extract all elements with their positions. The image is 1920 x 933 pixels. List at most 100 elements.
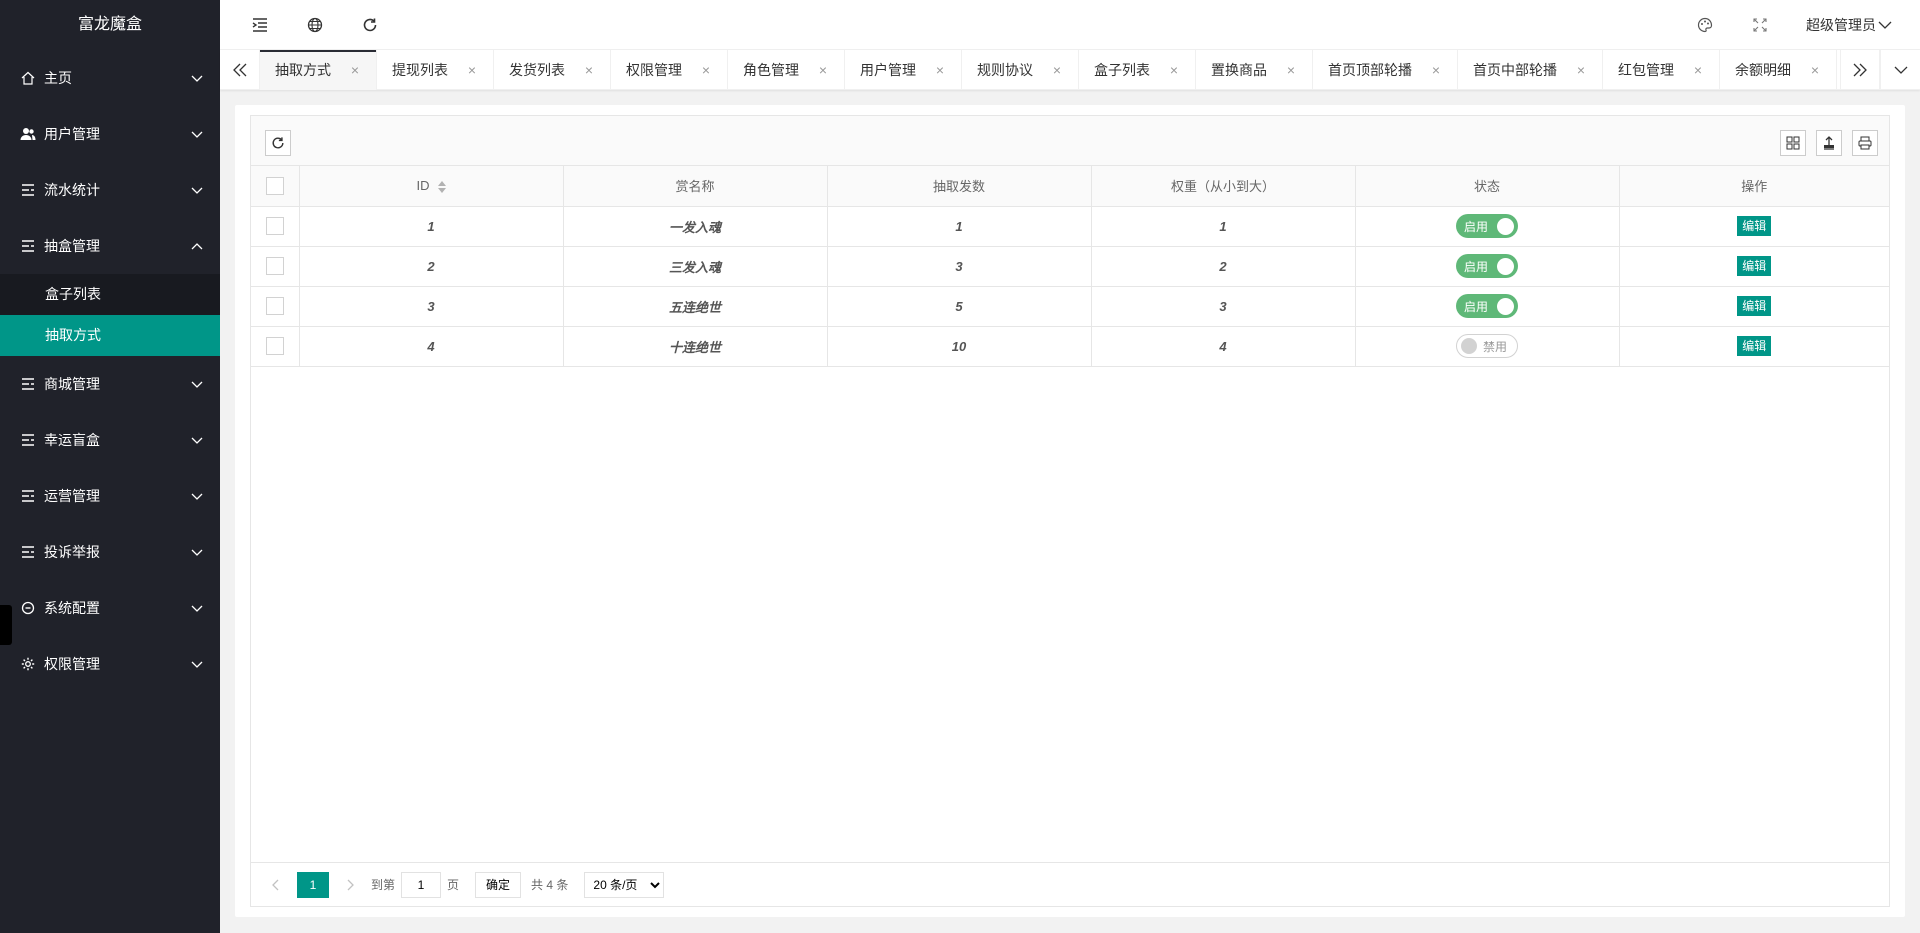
table-row: 2 三发入魂 3 2 启用 编辑	[251, 246, 1889, 287]
per-page-select[interactable]: 20 条/页	[584, 871, 665, 898]
tab-9[interactable]: 首页顶部轮播 ×	[1313, 50, 1458, 90]
tab-label: 红包管理	[1618, 62, 1674, 78]
edit-button[interactable]: 编辑	[1737, 216, 1772, 236]
goto-confirm-button[interactable]: 确定	[475, 871, 522, 898]
edit-button[interactable]: 编辑	[1737, 296, 1772, 316]
chevron-down-icon	[191, 381, 203, 388]
tab-5[interactable]: 用户管理 ×	[845, 50, 962, 90]
sidebar-item-8[interactable]: 系统配置	[0, 580, 220, 636]
status-toggle[interactable]: 禁用	[1456, 334, 1518, 358]
tab-12[interactable]: 余额明细 ×	[1720, 50, 1837, 90]
sidebar-item-1[interactable]: 用户管理	[0, 106, 220, 162]
sidebar-subitem-1[interactable]: 抽取方式	[0, 315, 220, 356]
close-icon[interactable]: ×	[1168, 62, 1180, 78]
users-icon	[20, 126, 36, 142]
menu-toggle-icon[interactable]	[250, 15, 270, 35]
row-checkbox[interactable]	[265, 257, 284, 275]
sidebar-item-label: 用户管理	[44, 126, 100, 142]
user-menu[interactable]: 超级管理员	[1806, 0, 1892, 50]
list-icon	[20, 238, 36, 254]
sidebar-item-6[interactable]: 运营管理	[0, 468, 220, 524]
cell-weight: 1	[1091, 206, 1356, 247]
side-dock-handle[interactable]	[0, 605, 12, 645]
close-icon[interactable]: ×	[1692, 62, 1704, 78]
column-header-id[interactable]: ID	[299, 166, 564, 207]
refresh-icon[interactable]	[360, 15, 380, 35]
sort-icon[interactable]	[437, 180, 446, 193]
select-all-checkbox[interactable]	[265, 176, 284, 195]
cell-count: 10	[827, 326, 1092, 367]
sidebar-item-9[interactable]: 权限管理	[0, 636, 220, 692]
columns-filter-button[interactable]	[1780, 130, 1806, 156]
close-icon[interactable]: ×	[934, 62, 946, 78]
tab-11[interactable]: 红包管理 ×	[1603, 50, 1720, 90]
cell-status: 启用	[1355, 286, 1620, 327]
list-icon	[20, 376, 36, 392]
sidebar-item-2[interactable]: 流水统计	[0, 162, 220, 218]
tabs-dropdown-icon[interactable]	[1880, 50, 1920, 90]
next-page-icon[interactable]	[337, 872, 365, 898]
sidebar-item-7[interactable]: 投诉举报	[0, 524, 220, 580]
cell-name: 一发入魂	[563, 206, 828, 247]
export-button[interactable]	[1816, 130, 1842, 156]
goto-page-input[interactable]	[401, 871, 442, 898]
cell-status: 启用	[1355, 246, 1620, 287]
close-icon[interactable]: ×	[349, 62, 361, 78]
close-icon[interactable]: ×	[466, 62, 478, 78]
row-select-cell	[251, 206, 300, 247]
close-icon[interactable]: ×	[1051, 62, 1063, 78]
close-icon[interactable]: ×	[1430, 62, 1442, 78]
sidebar-item-5[interactable]: 幸运盲盒	[0, 412, 220, 468]
tab-2[interactable]: 发货列表 ×	[494, 50, 611, 90]
sidebar-item-0[interactable]: 主页	[0, 50, 220, 106]
sidebar-item-label: 商城管理	[44, 376, 100, 392]
tab-6[interactable]: 规则协议 ×	[962, 50, 1079, 90]
table-refresh-button[interactable]	[265, 130, 291, 156]
tab-10[interactable]: 首页中部轮播 ×	[1458, 50, 1603, 90]
row-checkbox[interactable]	[265, 297, 284, 315]
cell-action: 编辑	[1619, 326, 1889, 367]
fullscreen-icon[interactable]	[1750, 15, 1770, 35]
tab-0[interactable]: 抽取方式 ×	[260, 50, 377, 90]
tab-1[interactable]: 提现列表 ×	[377, 50, 494, 90]
cell-weight: 4	[1091, 326, 1356, 367]
tabs-scroll-left-icon[interactable]	[220, 50, 260, 90]
sidebar-item-label: 系统配置	[44, 600, 100, 616]
table-toolbar	[251, 116, 1889, 166]
list-icon	[20, 544, 36, 560]
close-icon[interactable]: ×	[1285, 62, 1297, 78]
config-icon	[20, 600, 36, 616]
edit-button[interactable]: 编辑	[1737, 256, 1772, 276]
tab-7[interactable]: 盒子列表 ×	[1079, 50, 1196, 90]
prev-page-icon[interactable]	[261, 872, 289, 898]
top-header: 超级管理员	[220, 0, 1920, 50]
close-icon[interactable]: ×	[700, 62, 712, 78]
tabs-scroll-right-icon[interactable]	[1840, 50, 1880, 90]
sidebar-subitem-0[interactable]: 盒子列表	[0, 274, 220, 315]
status-toggle[interactable]: 启用	[1456, 214, 1518, 238]
tab-list: 抽取方式 × 提现列表 × 发货列表 × 权限管理 × 角色管理 × 用户管理 × 规则协议 × 盒子列表 ×…	[260, 50, 1837, 90]
tab-3[interactable]: 权限管理 ×	[611, 50, 728, 90]
sidebar-item-4[interactable]: 商城管理	[0, 356, 220, 412]
row-checkbox[interactable]	[265, 337, 284, 355]
close-icon[interactable]: ×	[1809, 62, 1821, 78]
row-checkbox[interactable]	[265, 217, 284, 235]
select-all-cell	[251, 166, 300, 207]
status-toggle[interactable]: 启用	[1456, 254, 1518, 278]
current-page[interactable]: 1	[297, 871, 329, 898]
status-toggle[interactable]: 启用	[1456, 294, 1518, 318]
theme-palette-icon[interactable]	[1695, 15, 1715, 35]
sidebar-item-3[interactable]: 抽盒管理	[0, 218, 220, 274]
close-icon[interactable]: ×	[1575, 62, 1587, 78]
tab-label: 权限管理	[626, 62, 682, 78]
column-header-status: 状态	[1355, 166, 1620, 207]
row-select-cell	[251, 286, 300, 327]
chevron-down-icon	[191, 605, 203, 612]
close-icon[interactable]: ×	[583, 62, 595, 78]
globe-icon[interactable]	[305, 15, 325, 35]
tab-8[interactable]: 置换商品 ×	[1196, 50, 1313, 90]
edit-button[interactable]: 编辑	[1737, 336, 1772, 356]
tab-4[interactable]: 角色管理 ×	[728, 50, 845, 90]
print-button[interactable]	[1852, 130, 1878, 156]
close-icon[interactable]: ×	[817, 62, 829, 78]
